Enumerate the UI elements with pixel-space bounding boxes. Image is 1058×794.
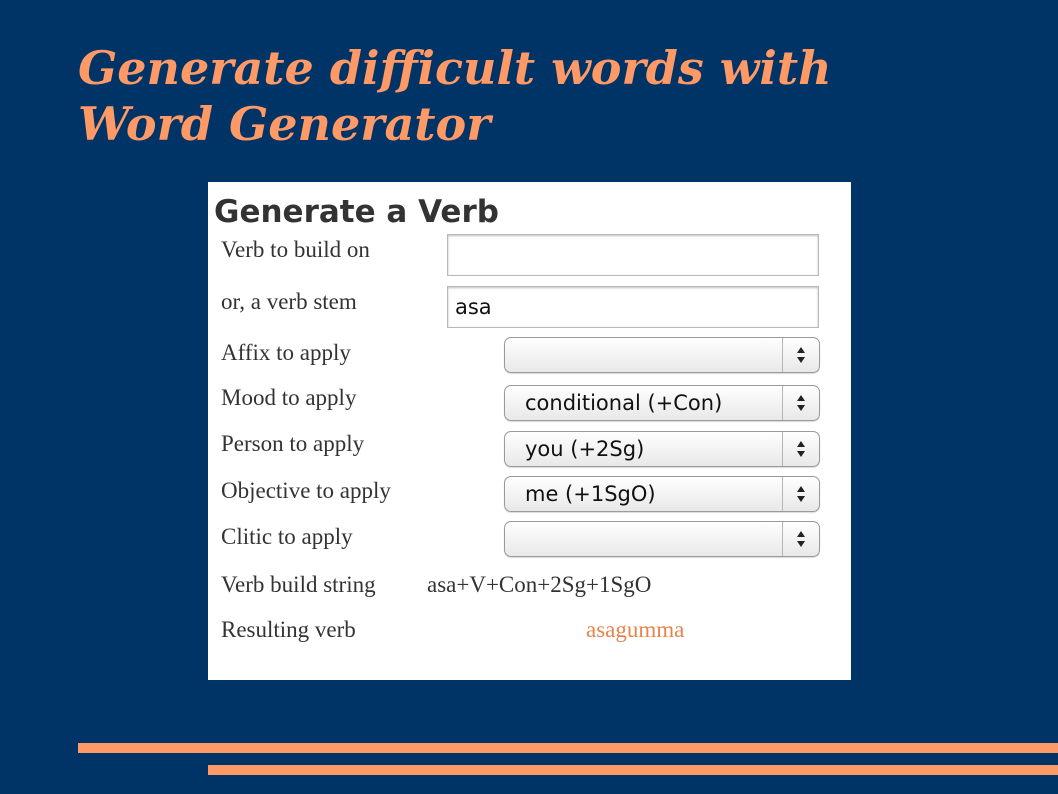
slide-title-line-2: Word Generator [78,97,491,151]
person-label: Person to apply [221,431,365,456]
objective-select[interactable]: me (+1SgO) [504,476,820,512]
clitic-label: Clitic to apply [221,524,353,549]
resulting-verb-label: Resulting verb [221,617,356,642]
objective-selected-value: me (+1SgO) [525,482,656,506]
verb-to-build-on-label: Verb to build on [221,237,370,262]
up-down-arrows-icon [782,522,819,556]
build-string-label: Verb build string [221,572,376,597]
mood-label: Mood to apply [221,385,357,410]
affix-label: Affix to apply [221,340,351,365]
verb-stem-label: or, a verb stem [221,289,357,314]
up-down-arrows-icon [782,338,819,372]
slide-title: Generate difficult words with Word Gener… [78,40,1018,152]
mood-selected-value: conditional (+Con) [525,391,723,415]
decorative-bar-bottom [208,765,1058,775]
resulting-verb-value: asagumma [586,617,685,642]
clitic-select[interactable] [504,521,820,557]
person-selected-value: you (+2Sg) [525,437,645,461]
person-select[interactable]: you (+2Sg) [504,431,820,467]
decorative-bar-top [78,743,1058,753]
slide-title-line-1: Generate difficult words with [78,41,832,95]
objective-label: Objective to apply [221,478,391,503]
mood-select[interactable]: conditional (+Con) [504,385,820,421]
up-down-arrows-icon [782,386,819,420]
affix-select[interactable] [504,337,820,373]
form-heading: Generate a Verb [214,194,499,230]
build-string-value: asa+V+Con+2Sg+1SgO [427,572,652,597]
verb-generator-form: Generate a Verb Verb to build on or, a v… [208,182,851,680]
up-down-arrows-icon [782,477,819,511]
verb-stem-input[interactable] [447,286,819,328]
up-down-arrows-icon [782,432,819,466]
verb-to-build-on-input[interactable] [447,234,819,276]
